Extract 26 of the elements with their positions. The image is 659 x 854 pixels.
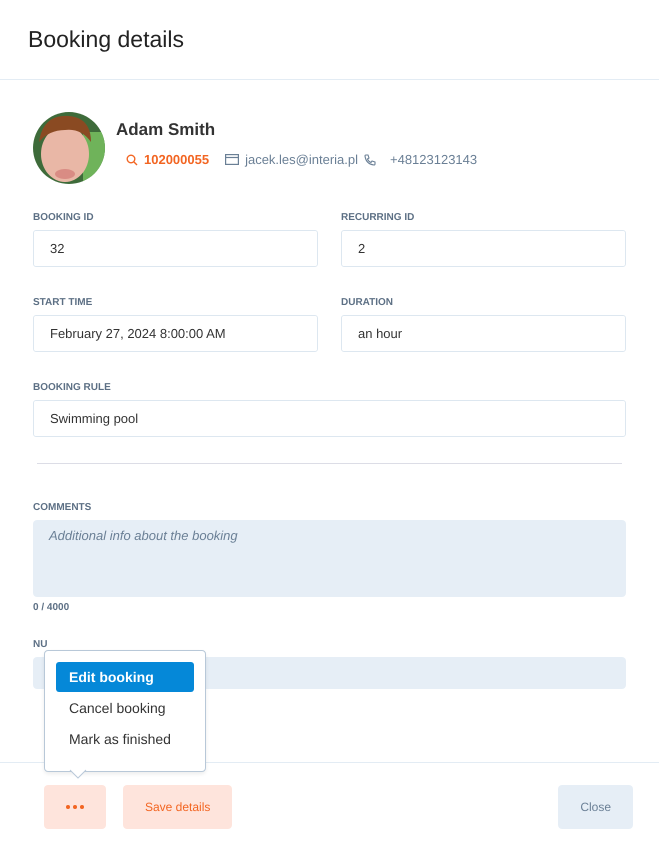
input-field[interactable]: 32	[33, 230, 318, 267]
close-button[interactable]: Close	[558, 785, 633, 829]
client-name: Adam Smith	[116, 120, 216, 140]
menu-item[interactable]: Cancel booking	[56, 693, 194, 723]
input-field[interactable]: Swimming pool	[33, 400, 626, 437]
input-field[interactable]: February 27, 2024 8:00:00 AM	[33, 315, 318, 352]
field-label: BOOKING RULE	[33, 382, 112, 393]
mail-icon	[225, 154, 240, 165]
client-email: jacek.les@interia.pl	[245, 152, 358, 167]
field-label: NU	[33, 639, 48, 650]
menu-item[interactable]: Mark as finished	[56, 724, 194, 754]
field-label: START TIME	[33, 297, 94, 308]
dots-icon	[66, 805, 84, 809]
field-label: BOOKING ID	[33, 212, 95, 223]
field-label: COMMENTS	[33, 502, 92, 513]
input-field[interactable]: 2	[341, 230, 626, 267]
client-phone: +48123123143	[390, 152, 478, 167]
field-label: DURATION	[341, 297, 394, 308]
input-field[interactable]: an hour	[341, 315, 626, 352]
field-label: RECURRING ID	[341, 212, 416, 223]
dialog-title: Booking details	[28, 26, 184, 53]
search-icon[interactable]	[126, 154, 138, 166]
menu-item[interactable]: Edit booking	[56, 662, 194, 692]
character-counter: 0 / 4000	[33, 602, 70, 613]
phone-icon	[364, 154, 376, 166]
comments-field[interactable]: Additional info about the booking	[33, 520, 626, 597]
